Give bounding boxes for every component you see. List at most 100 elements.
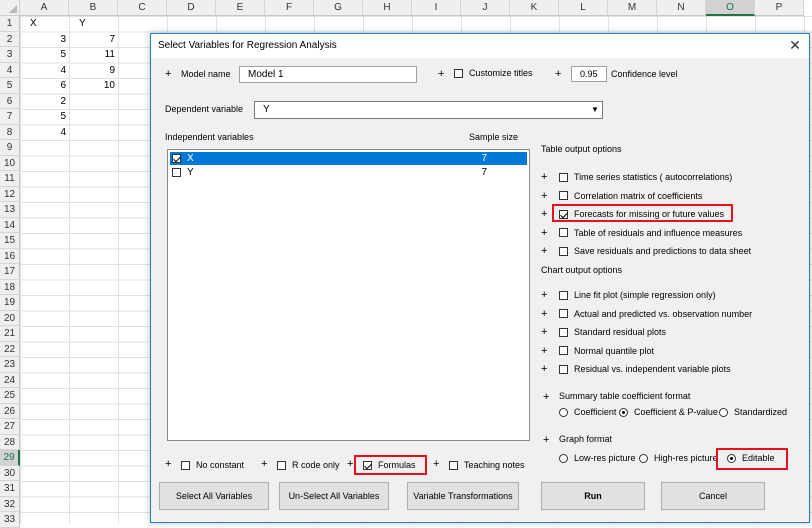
graph-highres-option[interactable]: High-res picture [639,453,718,463]
run-button[interactable]: Run [541,482,645,510]
variable-checkbox[interactable] [172,168,181,177]
close-icon[interactable]: ✕ [787,37,803,53]
row-header[interactable]: 29 [0,450,20,466]
r-code-only-plus-icon[interactable]: + [261,458,267,470]
list-item[interactable]: Y 7 [170,166,527,179]
row-header[interactable]: 25 [0,388,20,404]
row-header[interactable]: 15 [0,233,20,249]
coef-coefficient-option[interactable]: Coefficient [559,407,616,417]
line-fit-plot-option[interactable]: Line fit plot (simple regression only) [559,290,716,300]
cell[interactable]: 2 [20,94,69,109]
graph-highres-radio[interactable] [639,453,648,463]
residuals-table-option[interactable]: Table of residuals and influence measure… [559,228,742,238]
formulas-plus-icon[interactable]: + [347,458,353,470]
time-series-stats-checkbox[interactable] [559,172,568,182]
row-header[interactable]: 18 [0,279,20,295]
graph-lowres-option[interactable]: Low-res picture [559,453,636,463]
unselect-all-variables-button[interactable]: Un-Select All Variables [279,482,389,510]
confidence-plus-icon[interactable]: + [555,68,561,80]
column-header[interactable]: N [657,0,706,16]
row-header[interactable]: 22 [0,341,20,357]
row-header[interactable]: 6 [0,93,20,109]
customize-titles-plus-icon[interactable]: + [438,68,444,80]
cell[interactable]: 10 [69,78,118,93]
select-all-corner[interactable] [0,0,20,16]
line-fit-plot-checkbox[interactable] [559,290,568,300]
teaching-notes-checkbox[interactable] [449,460,458,470]
actual-vs-predicted-option[interactable]: Actual and predicted vs. observation num… [559,309,752,319]
column-header[interactable]: I [412,0,461,16]
row-header[interactable]: 2 [0,31,20,47]
correlation-matrix-option[interactable]: Correlation matrix of coefficients [559,191,702,201]
actual-vs-predicted-plus-icon[interactable]: + [541,308,547,320]
row-header[interactable]: 24 [0,372,20,388]
row-header[interactable]: 13 [0,202,20,218]
coef-standardized-radio[interactable] [719,407,728,417]
graph-lowres-radio[interactable] [559,453,568,463]
row-header[interactable]: 30 [0,465,20,481]
residual-vs-independent-checkbox[interactable] [559,364,568,374]
column-header[interactable]: K [510,0,559,16]
graph-format-plus-icon[interactable]: + [543,434,549,446]
confidence-level-input[interactable]: 0.95 [571,66,607,82]
row-header[interactable]: 7 [0,109,20,125]
customize-titles-checkbox[interactable] [454,68,463,78]
column-header[interactable]: D [167,0,216,16]
time-series-stats-plus-icon[interactable]: + [541,171,547,183]
row-header[interactable]: 5 [0,78,20,94]
row-header[interactable]: 1 [0,16,20,32]
cell[interactable]: 3 [20,32,69,47]
correlation-matrix-checkbox[interactable] [559,191,568,200]
row-header[interactable]: 3 [0,47,20,63]
column-header[interactable]: C [118,0,167,16]
row-header[interactable]: 32 [0,496,20,512]
r-code-only-checkbox[interactable] [277,460,286,470]
model-name-plus-icon[interactable]: + [165,68,171,80]
residual-vs-independent-option[interactable]: Residual vs. independent variable plots [559,364,731,374]
row-header[interactable]: 16 [0,248,20,264]
list-item[interactable]: X 7 [170,152,527,165]
row-header[interactable]: 19 [0,295,20,311]
cell[interactable]: X [20,16,69,31]
cancel-button[interactable]: Cancel [661,482,765,510]
row-header[interactable]: 8 [0,124,20,140]
dependent-variable-select[interactable]: Y ▼ [254,101,603,119]
customize-titles-option[interactable]: Customize titles [454,68,533,78]
column-header[interactable]: F [265,0,314,16]
line-fit-plot-plus-icon[interactable]: + [541,289,547,301]
row-header[interactable]: 31 [0,481,20,497]
row-header[interactable]: 23 [0,357,20,373]
column-header[interactable]: J [461,0,510,16]
column-header[interactable]: G [314,0,363,16]
cell[interactable]: 4 [20,125,69,140]
select-all-variables-button[interactable]: Select All Variables [159,482,269,510]
residuals-table-checkbox[interactable] [559,228,568,237]
row-header[interactable]: 21 [0,326,20,342]
chevron-down-icon[interactable]: ▼ [590,104,600,116]
actual-vs-predicted-checkbox[interactable] [559,309,568,318]
no-constant-option[interactable]: No constant [181,460,244,470]
row-header[interactable]: 11 [0,171,20,187]
row-header[interactable]: 4 [0,62,20,78]
variable-transformations-button[interactable]: Variable Transformations [407,482,519,510]
column-header[interactable]: M [608,0,657,16]
cell[interactable]: Y [69,16,118,31]
r-code-only-option[interactable]: R code only [277,460,340,470]
row-header[interactable]: 27 [0,419,20,435]
row-header[interactable]: 10 [0,155,20,171]
standard-residual-plots-checkbox[interactable] [559,327,568,337]
normal-quantile-plot-checkbox[interactable] [559,346,568,355]
coef-pvalue-option[interactable]: Coefficient & P-value [619,407,718,417]
normal-quantile-plot-option[interactable]: Normal quantile plot [559,346,654,356]
column-header[interactable]: O [706,0,755,16]
coef-coefficient-radio[interactable] [559,407,568,417]
coef-standardized-option[interactable]: Standardized [719,407,787,417]
column-header[interactable]: P [755,0,804,16]
save-residuals-option[interactable]: Save residuals and predictions to data s… [559,246,751,256]
row-header[interactable]: 28 [0,434,20,450]
row-header[interactable]: 9 [0,140,20,156]
coef-format-plus-icon[interactable]: + [543,391,549,403]
teaching-notes-plus-icon[interactable]: + [433,458,439,470]
standard-residual-plots-option[interactable]: Standard residual plots [559,327,666,337]
independent-variables-list[interactable]: X 7 Y 7 [167,149,530,441]
